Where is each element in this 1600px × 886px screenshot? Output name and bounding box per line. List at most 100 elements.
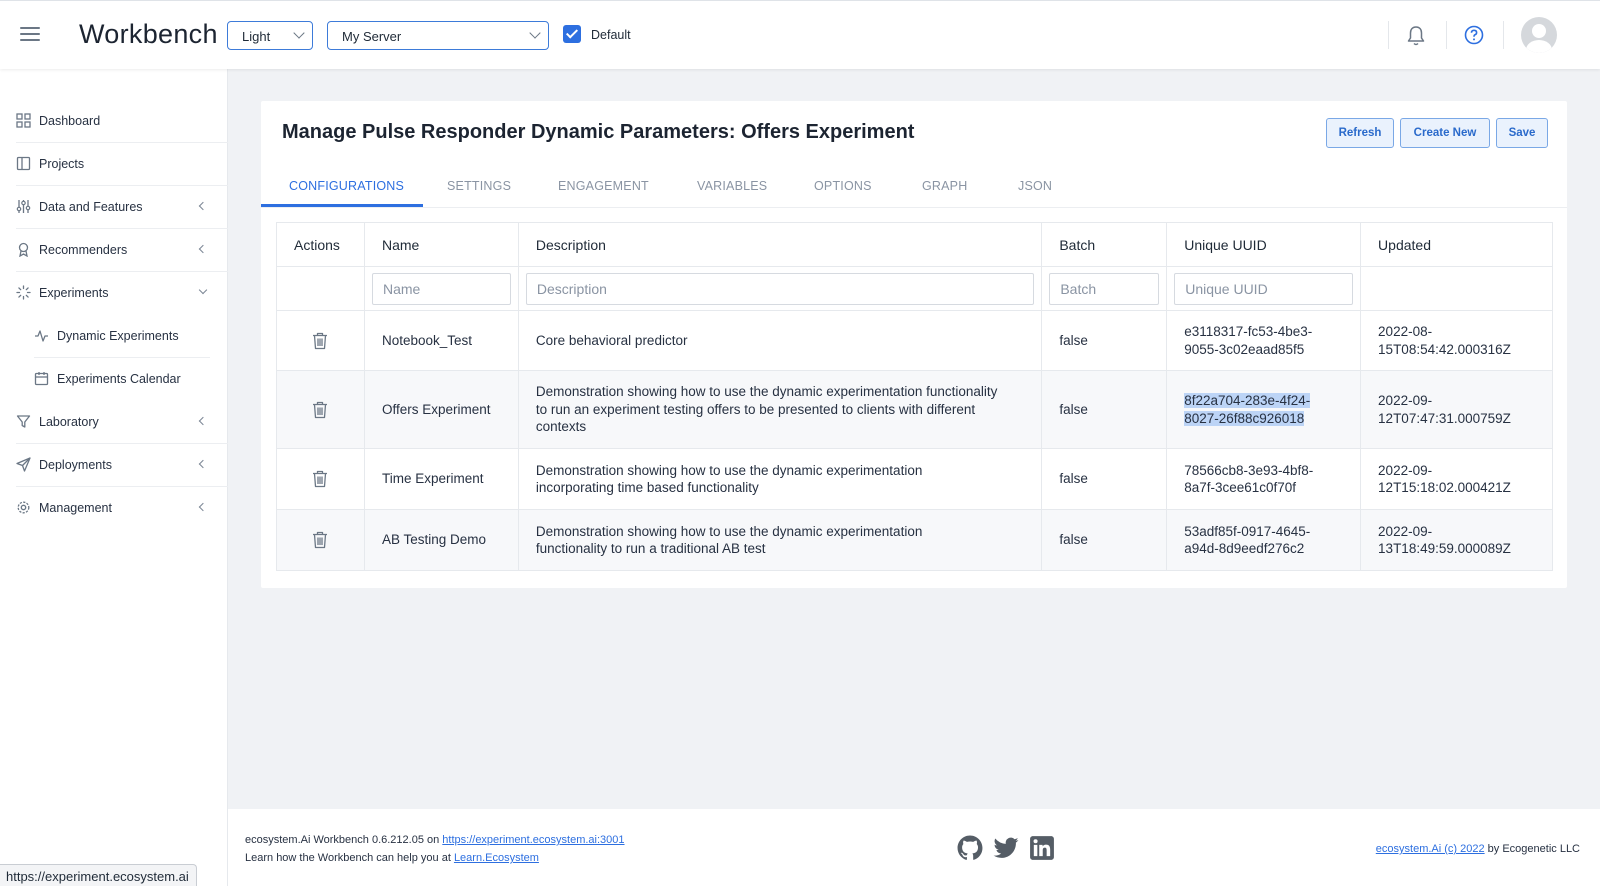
- grid-icon: [16, 113, 31, 128]
- github-icon[interactable]: [957, 835, 983, 861]
- gear-icon: [17, 501, 30, 514]
- cell-updated: 2022-09- 12T07:47:31.000759Z: [1360, 370, 1553, 449]
- book-icon: [16, 156, 31, 171]
- tab-graph[interactable]: GRAPH: [922, 179, 967, 193]
- tab-settings[interactable]: SETTINGS: [447, 179, 511, 193]
- server-link[interactable]: https://experiment.ecosystem.ai:3001: [442, 834, 624, 846]
- footer-learn: Learn how the Workbench can help you at …: [245, 852, 539, 864]
- filter-row: [276, 266, 1553, 311]
- table-row[interactable]: AB Testing Demo Demonstration showing ho…: [276, 509, 1553, 571]
- name-filter-input[interactable]: [371, 272, 511, 305]
- page-title: Manage Pulse Responder Dynamic Parameter…: [282, 121, 915, 143]
- linkedin-icon[interactable]: [1029, 835, 1055, 861]
- twitter-icon[interactable]: [993, 835, 1019, 861]
- footer: ecosystem.Ai Workbench 0.6.212.05 on htt…: [228, 809, 1600, 886]
- table-header-row: Actions Name Description Batch Unique UU…: [276, 222, 1553, 267]
- refresh-button[interactable]: Refresh: [1326, 118, 1394, 148]
- tab-bar: CONFIGURATIONS SETTINGS ENGAGEMENT VARIA…: [261, 162, 1567, 208]
- selected-text: 8027-26f88c926018: [1184, 410, 1305, 426]
- cell-uuid: 78566cb8-3e93-4bf8- 8a7f-3cee61c0f70f: [1166, 448, 1362, 510]
- table-row[interactable]: Time Experiment Demonstration showing ho…: [276, 448, 1553, 510]
- sidebar-item-label: Dashboard: [39, 114, 101, 128]
- column-header-name[interactable]: Name: [363, 222, 519, 267]
- cell-description: Demonstration showing how to use the dyn…: [517, 370, 1043, 449]
- sidebar-item-projects[interactable]: Projects: [0, 143, 228, 186]
- cell-description: Demonstration showing how to use the dyn…: [517, 448, 1043, 510]
- cell-uuid: e3118317-fc53-4be3- 9055-3c02eaad85f5: [1166, 310, 1362, 371]
- menu-icon[interactable]: [20, 27, 40, 43]
- cell-name: Offers Experiment: [363, 370, 519, 449]
- trash-icon[interactable]: [312, 401, 328, 419]
- main-card: Manage Pulse Responder Dynamic Parameter…: [261, 101, 1567, 588]
- column-header-actions: Actions: [276, 222, 365, 267]
- sidebar-item-laboratory[interactable]: Laboratory: [0, 401, 228, 444]
- server-select[interactable]: My Server: [327, 21, 549, 50]
- sidebar-item-label: Dynamic Experiments: [57, 329, 179, 343]
- footer-version: ecosystem.Ai Workbench 0.6.212.05 on htt…: [245, 834, 625, 846]
- configurations-table: Actions Name Description Batch Unique UU…: [276, 222, 1553, 571]
- active-tab-indicator: [261, 204, 423, 207]
- sidebar-item-label: Recommenders: [39, 243, 128, 257]
- sidebar-item-recommenders[interactable]: Recommenders: [0, 229, 228, 272]
- column-header-updated[interactable]: Updated: [1360, 222, 1553, 267]
- tab-json[interactable]: JSON: [1018, 179, 1052, 193]
- browser-status-url: https://experiment.ecosystem.ai: [0, 864, 197, 886]
- cell-batch: false: [1041, 509, 1168, 571]
- batch-filter-input[interactable]: [1049, 272, 1160, 305]
- cell-uuid: 53adf85f-0917-4645- a94d-8d9eedf276c2: [1166, 509, 1362, 571]
- server-select-value: My Server: [342, 29, 402, 44]
- cell-batch: false: [1041, 370, 1168, 449]
- sidebar-item-experiments[interactable]: Experiments: [0, 272, 228, 315]
- default-checkbox[interactable]: [563, 25, 581, 43]
- chevron-left-icon: [198, 201, 208, 211]
- tab-configurations[interactable]: CONFIGURATIONS: [289, 179, 404, 193]
- description-filter-input[interactable]: [525, 272, 1035, 305]
- chevron-left-icon: [198, 416, 208, 426]
- trash-icon[interactable]: [312, 531, 328, 549]
- sidebar-item-management[interactable]: Management: [0, 487, 228, 530]
- theme-select-value: Light: [242, 29, 271, 44]
- table-row[interactable]: Offers Experiment Demonstration showing …: [276, 370, 1553, 449]
- tab-variables[interactable]: VARIABLES: [697, 179, 767, 193]
- column-header-uuid[interactable]: Unique UUID: [1166, 222, 1362, 267]
- create-new-button[interactable]: Create New: [1400, 118, 1490, 148]
- column-header-description[interactable]: Description: [517, 222, 1043, 267]
- cell-description: Demonstration showing how to use the dyn…: [517, 509, 1043, 571]
- cell-updated: 2022-08- 15T08:54:42.000316Z: [1360, 310, 1553, 371]
- save-button[interactable]: Save: [1496, 118, 1548, 148]
- activity-icon: [35, 330, 48, 342]
- cell-name: Notebook_Test: [363, 310, 519, 371]
- copyright-link[interactable]: ecosystem.Ai (c) 2022: [1376, 843, 1485, 855]
- sidebar-item-label: Laboratory: [39, 415, 99, 429]
- learn-ecosystem-link[interactable]: Learn.Ecosystem: [454, 852, 539, 864]
- sidebar-item-label: Experiments: [39, 286, 109, 300]
- sidebar-item-experiments-calendar[interactable]: Experiments Calendar: [0, 358, 228, 401]
- sidebar-item-label: Experiments Calendar: [57, 372, 181, 386]
- sidebar-item-label: Deployments: [39, 458, 112, 472]
- sidebar-item-data-and-features[interactable]: Data and Features: [0, 186, 228, 229]
- bell-icon[interactable]: [1406, 25, 1426, 47]
- chevron-left-icon: [198, 502, 208, 512]
- uuid-filter-input[interactable]: [1174, 272, 1354, 305]
- sidebar-item-deployments[interactable]: Deployments: [0, 444, 228, 487]
- tab-engagement[interactable]: ENGAGEMENT: [558, 179, 649, 193]
- trash-icon[interactable]: [312, 470, 328, 488]
- column-header-batch[interactable]: Batch: [1041, 222, 1168, 267]
- top-header: Workbench Light My Server Default: [0, 0, 1600, 69]
- table-row[interactable]: Notebook_Test Core behavioral predictor …: [276, 310, 1553, 371]
- sidebar-item-dynamic-experiments[interactable]: Dynamic Experiments: [0, 315, 228, 358]
- avatar[interactable]: [1521, 17, 1557, 53]
- chevron-left-icon: [198, 459, 208, 469]
- chevron-down-icon: [529, 27, 541, 39]
- cell-name: Time Experiment: [363, 448, 519, 510]
- chevron-down-icon: [198, 285, 208, 295]
- theme-select[interactable]: Light: [227, 21, 313, 50]
- footer-copyright: ecosystem.Ai (c) 2022 by Ecogenetic LLC: [1375, 843, 1580, 855]
- cell-batch: false: [1041, 310, 1168, 371]
- tab-options[interactable]: OPTIONS: [814, 179, 872, 193]
- sidebar-item-dashboard[interactable]: Dashboard: [0, 100, 228, 143]
- help-icon[interactable]: [1464, 25, 1484, 45]
- trash-icon[interactable]: [312, 332, 328, 350]
- sidebar-item-label: Projects: [39, 157, 85, 171]
- selected-text: 8f22a704-283e-4f24-: [1184, 393, 1311, 408]
